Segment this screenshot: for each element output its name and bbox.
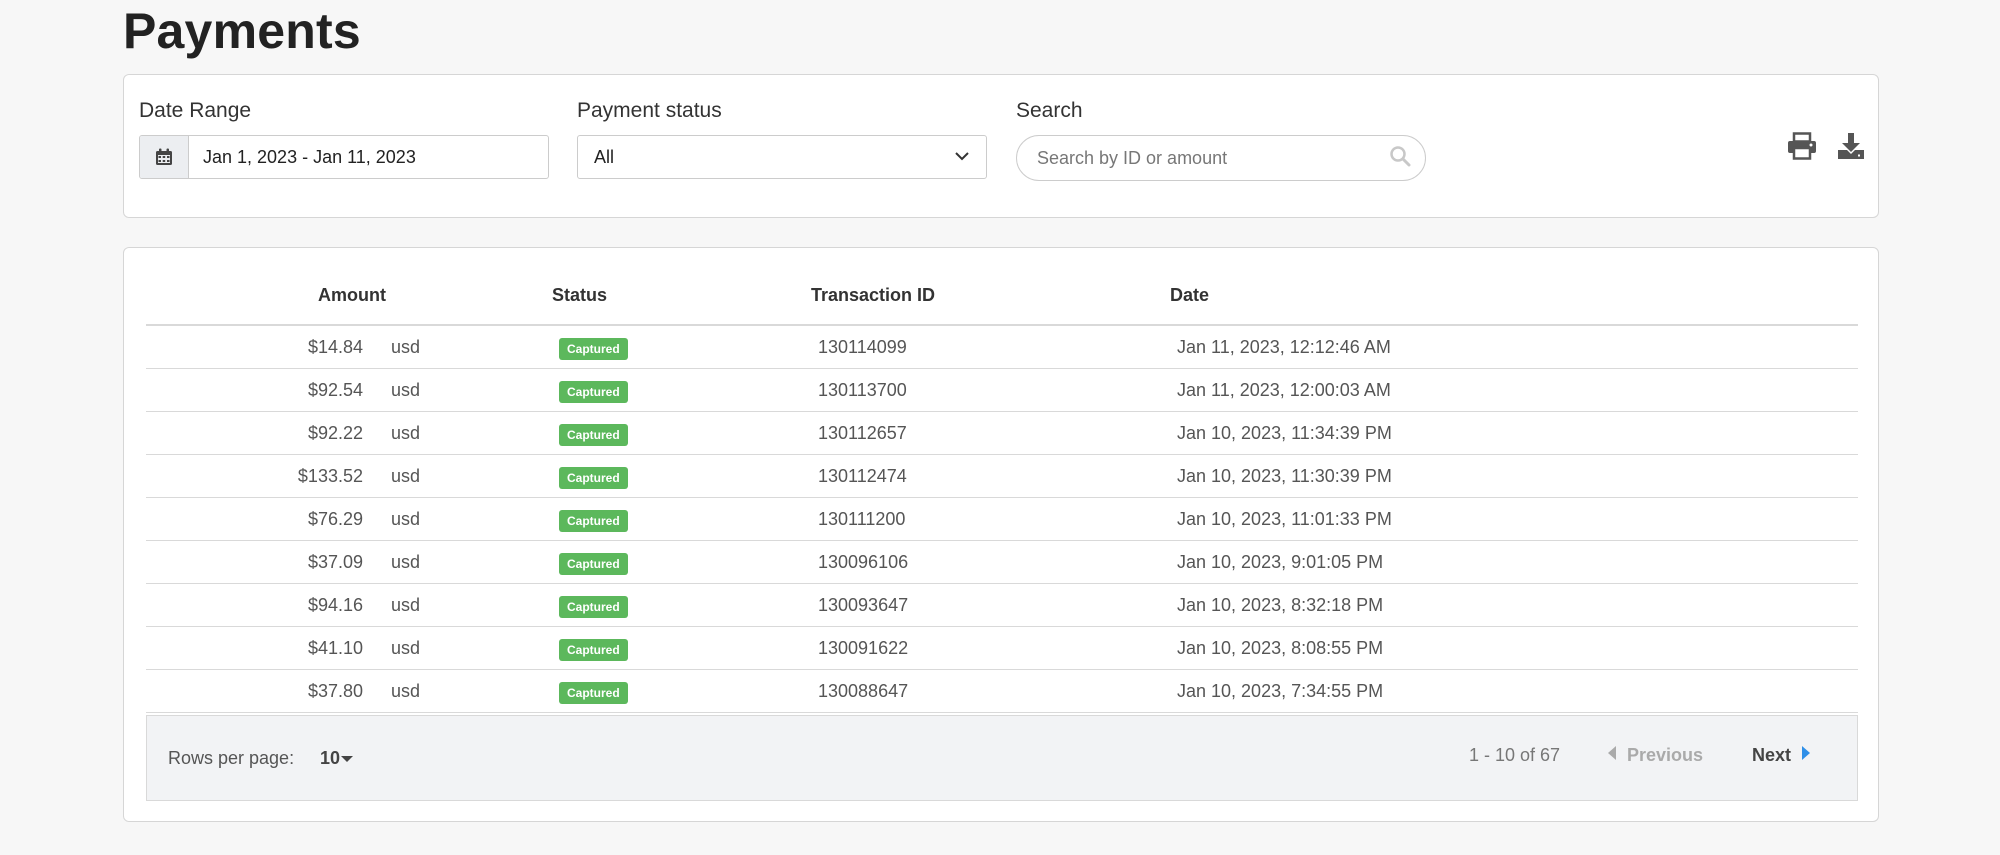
- transaction-id-cell: 130091622: [818, 638, 909, 658]
- date-range-picker[interactable]: Jan 1, 2023 - Jan 11, 2023: [139, 135, 549, 179]
- column-header-amount[interactable]: Amount: [318, 285, 386, 306]
- currency-cell: usd: [391, 552, 421, 572]
- currency-cell: usd: [391, 337, 421, 357]
- table-row[interactable]: $133.52 usd Captured 130112474 Jan 10, 2…: [146, 455, 1858, 498]
- chevron-down-icon: [954, 148, 970, 166]
- pagination-bar: Rows per page: 10 1 - 10 of 67 Previous …: [146, 715, 1858, 801]
- status-badge: Captured: [559, 381, 628, 403]
- column-header-transaction-id[interactable]: Transaction ID: [811, 285, 935, 306]
- column-header-date[interactable]: Date: [1170, 285, 1209, 306]
- rows-per-page-label: Rows per page:: [168, 748, 295, 768]
- table-row[interactable]: $92.54 usd Captured 130113700 Jan 11, 20…: [146, 369, 1858, 412]
- date-cell: Jan 10, 2023, 7:34:55 PM: [1177, 681, 1384, 701]
- date-cell: Jan 10, 2023, 9:01:05 PM: [1177, 552, 1384, 572]
- date-cell: Jan 11, 2023, 12:12:46 AM: [1177, 337, 1391, 357]
- table-row[interactable]: $76.29 usd Captured 130111200 Jan 10, 20…: [146, 498, 1858, 541]
- amount-cell: $133.52: [297, 466, 363, 486]
- filter-panel: Date Range Jan 1, 2023 - Jan 11, 2023 Pa…: [123, 74, 1879, 218]
- amount-cell: $94.16: [307, 595, 363, 615]
- date-range-label: Date Range: [139, 99, 252, 122]
- amount-cell: $41.10: [307, 638, 363, 658]
- previous-label: Previous: [1627, 745, 1704, 765]
- table-row[interactable]: $41.10 usd Captured 130091622 Jan 10, 20…: [146, 627, 1858, 670]
- pagination-range: 1 - 10 of 67: [1469, 745, 1561, 765]
- search-label: Search: [1016, 99, 1083, 122]
- date-cell: Jan 10, 2023, 8:32:18 PM: [1177, 595, 1384, 615]
- caret-right-icon: [1801, 745, 1811, 766]
- status-badge: Captured: [559, 467, 628, 489]
- date-cell: Jan 10, 2023, 8:08:55 PM: [1177, 638, 1384, 658]
- amount-cell: $14.84: [307, 337, 363, 357]
- search-input[interactable]: [1037, 147, 1367, 169]
- amount-cell: $37.80: [307, 681, 363, 701]
- status-badge: Captured: [559, 553, 628, 575]
- currency-cell: usd: [391, 380, 421, 400]
- status-badge: Captured: [559, 639, 628, 661]
- next-label: Next: [1752, 745, 1792, 765]
- calendar-icon[interactable]: [140, 136, 189, 178]
- transaction-id-cell: 130088647: [818, 681, 909, 701]
- download-icon: [1837, 132, 1865, 165]
- payment-status-select[interactable]: All: [577, 135, 987, 179]
- status-badge: Captured: [559, 682, 628, 704]
- table-header: Amount Status Transaction ID Date: [146, 248, 1858, 326]
- currency-cell: usd: [391, 638, 421, 658]
- currency-cell: usd: [391, 423, 421, 443]
- rows-per-page-value: 10: [320, 748, 341, 768]
- payment-status-value: All: [594, 146, 615, 167]
- date-range-value: Jan 1, 2023 - Jan 11, 2023: [203, 146, 416, 167]
- search-field[interactable]: [1016, 135, 1426, 181]
- column-header-status[interactable]: Status: [552, 285, 607, 306]
- search-icon[interactable]: [1389, 145, 1411, 172]
- download-button[interactable]: [1834, 131, 1868, 165]
- transaction-id-cell: 130112474: [818, 466, 907, 486]
- currency-cell: usd: [391, 509, 421, 529]
- status-badge: Captured: [559, 338, 628, 360]
- status-badge: Captured: [559, 510, 628, 532]
- print-button[interactable]: [1785, 131, 1819, 165]
- status-badge: Captured: [559, 424, 628, 446]
- caret-left-icon: [1607, 745, 1617, 766]
- table-row[interactable]: $14.84 usd Captured 130114099 Jan 11, 20…: [146, 326, 1858, 369]
- page-title: Payments: [123, 3, 361, 59]
- date-cell: Jan 11, 2023, 12:00:03 AM: [1177, 380, 1391, 400]
- date-cell: Jan 10, 2023, 11:30:39 PM: [1177, 466, 1392, 486]
- transaction-id-cell: 130112657: [818, 423, 907, 443]
- amount-cell: $92.54: [307, 380, 363, 400]
- payments-table: Amount Status Transaction ID Date $14.84…: [123, 247, 1879, 822]
- transaction-id-cell: 130114099: [818, 337, 907, 357]
- table-body: $14.84 usd Captured 130114099 Jan 11, 20…: [146, 326, 1858, 713]
- currency-cell: usd: [391, 681, 421, 701]
- transaction-id-cell: 130093647: [818, 595, 909, 615]
- amount-cell: $76.29: [307, 509, 363, 529]
- previous-page-button[interactable]: Previous: [1607, 745, 1703, 766]
- date-cell: Jan 10, 2023, 11:01:33 PM: [1177, 509, 1392, 529]
- transaction-id-cell: 130111200: [818, 509, 906, 529]
- rows-per-page-select[interactable]: 10: [320, 748, 354, 769]
- status-badge: Captured: [559, 596, 628, 618]
- next-page-button[interactable]: Next: [1752, 745, 1811, 766]
- transaction-id-cell: 130096106: [818, 552, 909, 572]
- currency-cell: usd: [391, 595, 421, 615]
- table-row[interactable]: $94.16 usd Captured 130093647 Jan 10, 20…: [146, 584, 1858, 627]
- payment-status-label: Payment status: [577, 99, 722, 122]
- table-row[interactable]: $37.09 usd Captured 130096106 Jan 10, 20…: [146, 541, 1858, 584]
- transaction-id-cell: 130113700: [818, 380, 907, 400]
- date-cell: Jan 10, 2023, 11:34:39 PM: [1177, 423, 1392, 443]
- print-icon: [1787, 131, 1817, 165]
- currency-cell: usd: [391, 466, 421, 486]
- amount-cell: $37.09: [307, 552, 363, 572]
- table-row[interactable]: $92.22 usd Captured 130112657 Jan 10, 20…: [146, 412, 1858, 455]
- caret-down-icon: [340, 750, 354, 768]
- amount-cell: $92.22: [307, 423, 363, 443]
- table-row[interactable]: $37.80 usd Captured 130088647 Jan 10, 20…: [146, 670, 1858, 713]
